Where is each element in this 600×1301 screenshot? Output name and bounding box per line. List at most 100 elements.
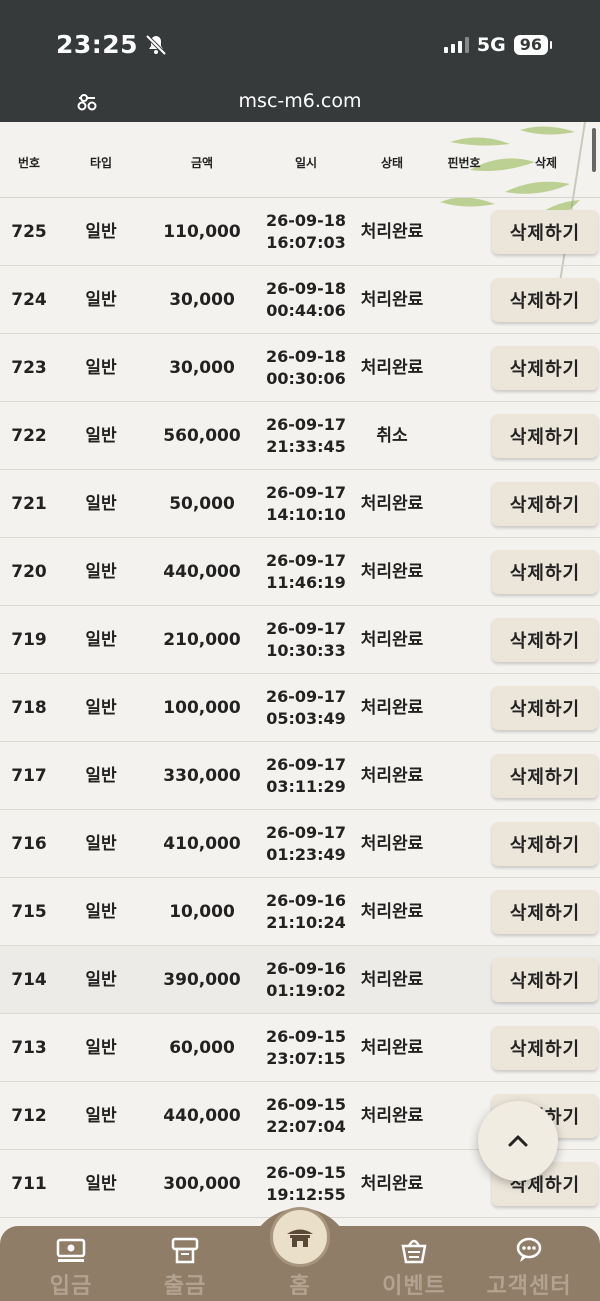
delete-button[interactable]: 삭제하기: [492, 754, 598, 798]
cell-type: 일반: [85, 970, 117, 990]
cell-type: 일반: [85, 834, 117, 854]
cell-type: 일반: [85, 358, 117, 378]
nav-deposit-label: 입금: [49, 1274, 93, 1299]
delete-button[interactable]: 삭제하기: [492, 278, 598, 322]
table-row: 713 일반 60,000 처리완료 26-09-15 23:07:15 삭제하기: [0, 1014, 600, 1082]
signal-icon: [443, 37, 469, 53]
cell-amount: 210,000: [163, 630, 241, 650]
cell-datetime: 26-09-17 10:30:33: [266, 606, 346, 674]
table-row: 723 일반 30,000 처리완료 26-09-18 00:30:06 삭제하기: [0, 334, 600, 402]
header-pin: 핀번호: [447, 156, 481, 170]
bell-muted-icon: [145, 34, 167, 55]
cell-datetime: 26-09-17 03:11:29: [266, 742, 346, 810]
cell-type: 일반: [85, 766, 117, 786]
url-text[interactable]: msc-m6.com: [0, 90, 600, 112]
nav-support[interactable]: 고객센터: [474, 1226, 584, 1301]
cell-date: 26-09-17: [265, 415, 347, 434]
clock: 23:25: [56, 30, 168, 59]
delete-button[interactable]: 삭제하기: [492, 346, 598, 390]
cell-status: 취소: [376, 426, 408, 446]
cell-number: 722: [11, 426, 47, 446]
table-row: 715 일반 10,000 처리완료 26-09-16 21:10:24 삭제하기: [0, 878, 600, 946]
cell-type: 일반: [85, 630, 117, 650]
delete-button[interactable]: 삭제하기: [492, 1026, 598, 1070]
cell-date: 26-09-17: [265, 551, 347, 570]
page-content: 번호 타입 금액 일시 상태 핀번호 삭제 725 일반 110,000 처리완료 26…: [0, 122, 600, 1301]
cell-datetime: 26-09-15 23:07:15: [266, 1014, 346, 1082]
delete-button[interactable]: 삭제하기: [492, 686, 598, 730]
cell-datetime: 26-09-15 22:07:04: [266, 1082, 346, 1150]
cell-amount: 110,000: [163, 222, 241, 242]
cell-status: 처리완료: [360, 766, 424, 786]
table-row: 722 일반 560,000 취소 26-09-17 21:33:45 삭제하기: [0, 402, 600, 470]
cell-amount: 560,000: [163, 426, 241, 446]
header-status: 상태: [380, 156, 404, 170]
delete-button[interactable]: 삭제하기: [492, 958, 598, 1002]
cell-time: 16:07:03: [266, 233, 346, 252]
cell-datetime: 26-09-16 01:19:02: [266, 946, 346, 1014]
cell-type: 일반: [85, 290, 117, 310]
cell-time: 11:46:19: [266, 573, 346, 592]
cell-status: 처리완료: [360, 222, 424, 242]
delete-button[interactable]: 삭제하기: [492, 482, 598, 526]
cell-amount: 440,000: [163, 562, 241, 582]
cell-date: 26-09-18: [265, 211, 347, 230]
cell-amount: 410,000: [163, 834, 241, 854]
cell-date: 26-09-17: [265, 483, 347, 502]
cell-date: 26-09-17: [265, 687, 347, 706]
url-bar[interactable]: msc-m6.com: [0, 88, 600, 122]
cell-number: 711: [11, 1174, 47, 1194]
cell-time: 19:12:55: [266, 1185, 346, 1204]
delete-button[interactable]: 삭제하기: [492, 890, 598, 934]
table-row: 719 일반 210,000 처리완료 26-09-17 10:30:33 삭제하기: [0, 606, 600, 674]
cell-date: 26-09-18: [265, 347, 347, 366]
home-button[interactable]: [273, 1210, 327, 1264]
delete-button[interactable]: 삭제하기: [492, 550, 598, 594]
table-row: 714 일반 390,000 처리완료 26-09-16 01:19:02 삭제하기: [0, 946, 600, 1014]
cell-amount: 60,000: [169, 1038, 235, 1058]
cell-status: 처리완료: [360, 1038, 424, 1058]
nav-deposit[interactable]: 입금: [16, 1226, 126, 1301]
nav-withdraw-label: 출금: [163, 1274, 207, 1299]
cell-amount: 330,000: [163, 766, 241, 786]
nav-event-label: 이벤트: [382, 1274, 446, 1299]
cell-amount: 10,000: [169, 902, 235, 922]
cell-amount: 440,000: [163, 1106, 241, 1126]
table-row: 720 일반 440,000 처리완료 26-09-17 11:46:19 삭제하기: [0, 538, 600, 606]
nav-withdraw[interactable]: 출금: [130, 1226, 240, 1301]
scroll-top-button[interactable]: [478, 1101, 558, 1181]
nav-event[interactable]: 이벤트: [359, 1226, 469, 1301]
cell-number: 724: [11, 290, 47, 310]
delete-button[interactable]: 삭제하기: [492, 414, 598, 458]
table-row: 725 일반 110,000 처리완료 26-09-18 16:07:03 삭제하기: [0, 198, 600, 266]
cell-status: 처리완료: [360, 562, 424, 582]
table-row: 717 일반 330,000 처리완료 26-09-17 03:11:29 삭제하기: [0, 742, 600, 810]
cell-type: 일반: [85, 426, 117, 446]
cell-datetime: 26-09-18 00:44:06: [266, 266, 346, 334]
cell-date: 26-09-17: [265, 823, 347, 842]
table-row: 716 일반 410,000 처리완료 26-09-17 01:23:49 삭제하기: [0, 810, 600, 878]
cell-type: 일반: [85, 1106, 117, 1126]
delete-button[interactable]: 삭제하기: [492, 822, 598, 866]
cell-date: 26-09-17: [265, 755, 347, 774]
cell-number: 717: [11, 766, 47, 786]
cell-amount: 390,000: [163, 970, 241, 990]
table-row: 718 일반 100,000 처리완료 26-09-17 05:03:49 삭제하기: [0, 674, 600, 742]
cell-time: 00:30:06: [266, 369, 346, 388]
cell-amount: 30,000: [169, 358, 235, 378]
cell-datetime: 26-09-16 21:10:24: [266, 878, 346, 946]
cell-status: 처리완료: [360, 834, 424, 854]
cell-amount: 50,000: [169, 494, 235, 514]
delete-button[interactable]: 삭제하기: [492, 618, 598, 662]
cell-amount: 100,000: [163, 698, 241, 718]
cell-number: 718: [11, 698, 47, 718]
cell-number: 714: [11, 970, 47, 990]
cell-amount: 300,000: [163, 1174, 241, 1194]
header-amount: 금액: [190, 156, 214, 170]
cell-number: 719: [11, 630, 47, 650]
nav-support-label: 고객센터: [486, 1274, 572, 1299]
delete-button[interactable]: 삭제하기: [492, 210, 598, 254]
cell-datetime: 26-09-18 16:07:03: [266, 198, 346, 266]
cell-date: 26-09-15: [265, 1095, 347, 1114]
table-header: 번호 타입 금액 일시 상태 핀번호 삭제: [0, 122, 600, 198]
